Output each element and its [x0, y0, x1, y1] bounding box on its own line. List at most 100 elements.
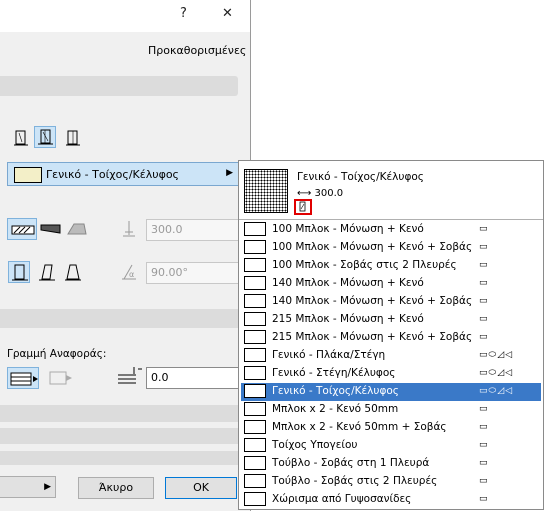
- settings-dialog: ? ✕ Προκαθορισμένες Γενικό - Τοίχος/Κέλυ…: [0, 0, 251, 511]
- list-item[interactable]: Τούβλο - Σοβάς στις 2 Πλευρές ▭: [241, 473, 541, 491]
- list-item-label: 100 Μπλοκ - Σοβάς στις 2 Πλευρές: [272, 259, 457, 271]
- preview-swatch: [244, 169, 288, 213]
- element-type-icon: ▭: [479, 404, 489, 414]
- list-item-label: Μπλοκ x 2 - Κενό 50mm + Σοβάς: [272, 421, 447, 433]
- list-item[interactable]: 215 Μπλοκ - Μόνωση + Κενό ▭: [241, 311, 541, 329]
- preview-name: Γενικό - Τοίχος/Κέλυφος: [297, 171, 424, 183]
- wall-geometry-polygonal-icon[interactable]: [62, 127, 84, 149]
- material-swatch-icon: [244, 222, 266, 236]
- help-button[interactable]: ?: [180, 6, 187, 21]
- list-item[interactable]: 140 Μπλοκ - Μόνωση + Κενό + Σοβάς ▭: [241, 293, 541, 311]
- material-swatch-icon: [244, 240, 266, 254]
- profile-straight-icon[interactable]: [8, 261, 30, 283]
- material-swatch-icon: [244, 330, 266, 344]
- list-item-label: Γενικό - Πλάκα/Στέγη: [272, 349, 386, 361]
- element-type-icon: ▭: [479, 476, 489, 486]
- list-item-label: 140 Μπλοκ - Μόνωση + Κενό: [272, 277, 424, 289]
- list-item-label: 215 Μπλοκ - Μόνωση + Κενό: [272, 313, 424, 325]
- material-swatch-icon: [244, 276, 266, 290]
- offset-icon: [114, 365, 144, 387]
- section-header-bar[interactable]: [0, 309, 248, 328]
- element-type-icon: ▭⬭◿◁: [479, 350, 514, 360]
- material-swatch-icon: [244, 402, 266, 416]
- list-item-label: Χώρισμα από Γυψοσανίδες: [272, 493, 412, 505]
- list-item-label: Τοίχος Υπογείου: [272, 439, 358, 451]
- element-type-icon: ▭: [479, 458, 489, 468]
- ok-button[interactable]: OK: [165, 477, 237, 499]
- list-item[interactable]: Γενικό - Στέγη/Κέλυφος ▭⬭◿◁: [241, 365, 541, 383]
- thickness-icon: ⟷: [297, 188, 312, 199]
- profile-slanted-icon[interactable]: [36, 262, 58, 284]
- material-swatch-icon: [244, 438, 266, 452]
- list-item-label: 100 Μπλοκ - Μόνωση + Κενό: [272, 223, 424, 235]
- element-type-icon: ▭⬭◿◁: [479, 386, 514, 396]
- surface-slant-icon[interactable]: [38, 218, 64, 240]
- material-swatch-icon: [244, 474, 266, 488]
- list-item[interactable]: Μπλοκ x 2 - Κενό 50mm ▭: [241, 401, 541, 419]
- list-item[interactable]: 215 Μπλοκ - Μόνωση + Κενό + Σοβάς ▭: [241, 329, 541, 347]
- material-swatch-icon: [244, 492, 266, 506]
- reference-line-inside-icon[interactable]: [46, 367, 76, 389]
- list-item[interactable]: Τοίχος Υπογείου ▭: [241, 437, 541, 455]
- list-item[interactable]: Μπλοκ x 2 - Κενό 50mm + Σοβάς ▭: [241, 419, 541, 437]
- material-swatch-icon: [14, 167, 42, 183]
- element-type-icon: ▭: [479, 494, 489, 504]
- material-swatch-icon: [244, 366, 266, 380]
- element-type-icon: ▭: [479, 224, 489, 234]
- angle-field[interactable]: 90.00°: [146, 262, 240, 284]
- cancel-button[interactable]: Άκυρο: [78, 477, 154, 499]
- material-swatch-icon: [244, 312, 266, 326]
- section-header-bar[interactable]: [0, 451, 248, 465]
- triangle-right-icon: ▶: [226, 168, 233, 178]
- height-icon: [118, 218, 140, 240]
- list-item-label: Τούβλο - Σοβάς στις 2 Πλευρές: [272, 475, 438, 487]
- reference-line-outside-icon[interactable]: [7, 367, 39, 389]
- list-item-label: Μπλοκ x 2 - Κενό 50mm: [272, 403, 399, 415]
- height-field[interactable]: 300.0: [146, 219, 240, 241]
- presets-label[interactable]: Προκαθορισμένες: [148, 44, 246, 57]
- list-item[interactable]: 100 Μπλοκ - Μόνωση + Κενό + Σοβάς ▭: [241, 239, 541, 257]
- surface-hatch-icon[interactable]: [7, 218, 37, 240]
- wall-type-icon[interactable]: [294, 199, 312, 215]
- element-type-icon: ▭: [479, 440, 489, 450]
- title-bar: ? ✕: [0, 0, 250, 32]
- material-swatch-icon: [244, 384, 266, 398]
- reference-line-label: Γραμμή Αναφοράς:: [7, 348, 107, 360]
- wall-geometry-straight-icon[interactable]: [10, 127, 32, 149]
- element-type-icon: ▭: [479, 422, 489, 432]
- list-item[interactable]: Γενικό - Πλάκα/Στέγη ▭⬭◿◁: [241, 347, 541, 365]
- list-item[interactable]: Τούβλο - Σοβάς στη 1 Πλευρά ▭: [241, 455, 541, 473]
- section-header-bar[interactable]: [0, 76, 238, 96]
- list-item-label: 215 Μπλοκ - Μόνωση + Κενό + Σοβάς: [272, 331, 473, 343]
- favorites-dropdown[interactable]: ▶: [0, 476, 56, 498]
- element-type-icon: ▭⬭◿◁: [479, 368, 514, 378]
- material-swatch-icon: [244, 456, 266, 470]
- svg-text:α: α: [129, 270, 134, 279]
- profile-double-slanted-icon[interactable]: [62, 262, 84, 284]
- list-item-label: 140 Μπλοκ - Μόνωση + Κενό + Σοβάς: [272, 295, 473, 307]
- wall-geometry-trapezoid-icon[interactable]: [34, 126, 56, 148]
- list-item[interactable]: Χώρισμα από Γυψοσανίδες ▭: [241, 491, 541, 509]
- surface-angled-icon[interactable]: [64, 218, 90, 240]
- close-button[interactable]: ✕: [222, 6, 233, 21]
- element-type-icon: ▭: [479, 278, 489, 288]
- element-type-icon: ▭: [479, 260, 489, 270]
- material-swatch-icon: [244, 294, 266, 308]
- list-item[interactable]: 100 Μπλοκ - Σοβάς στις 2 Πλευρές ▭: [241, 257, 541, 275]
- list-item-label: 100 Μπλοκ - Μόνωση + Κενό + Σοβάς: [272, 241, 473, 253]
- section-header-bar[interactable]: [0, 405, 248, 422]
- offset-field[interactable]: 0.0: [146, 367, 240, 389]
- preview-thickness-value: 300.0: [314, 188, 344, 199]
- material-swatch-icon: [244, 420, 266, 434]
- list-item[interactable]: 100 Μπλοκ - Μόνωση + Κενό ▭: [241, 221, 541, 239]
- list-item[interactable]: 140 Μπλοκ - Μόνωση + Κενό ▭: [241, 275, 541, 293]
- material-combo[interactable]: Γενικό - Τοίχος/Κέλυφος ▶: [7, 162, 239, 186]
- element-type-icon: ▭: [479, 242, 489, 252]
- element-type-icon: ▭: [479, 314, 489, 324]
- preview-thickness: ⟷ 300.0: [297, 188, 343, 199]
- element-type-icon: ▭: [479, 296, 489, 306]
- element-type-icon: ▭: [479, 332, 489, 342]
- section-header-bar[interactable]: [0, 428, 248, 444]
- list-item[interactable]: Γενικό - Τοίχος/Κέλυφος ▭⬭◿◁: [241, 383, 541, 401]
- material-swatch-icon: [244, 348, 266, 362]
